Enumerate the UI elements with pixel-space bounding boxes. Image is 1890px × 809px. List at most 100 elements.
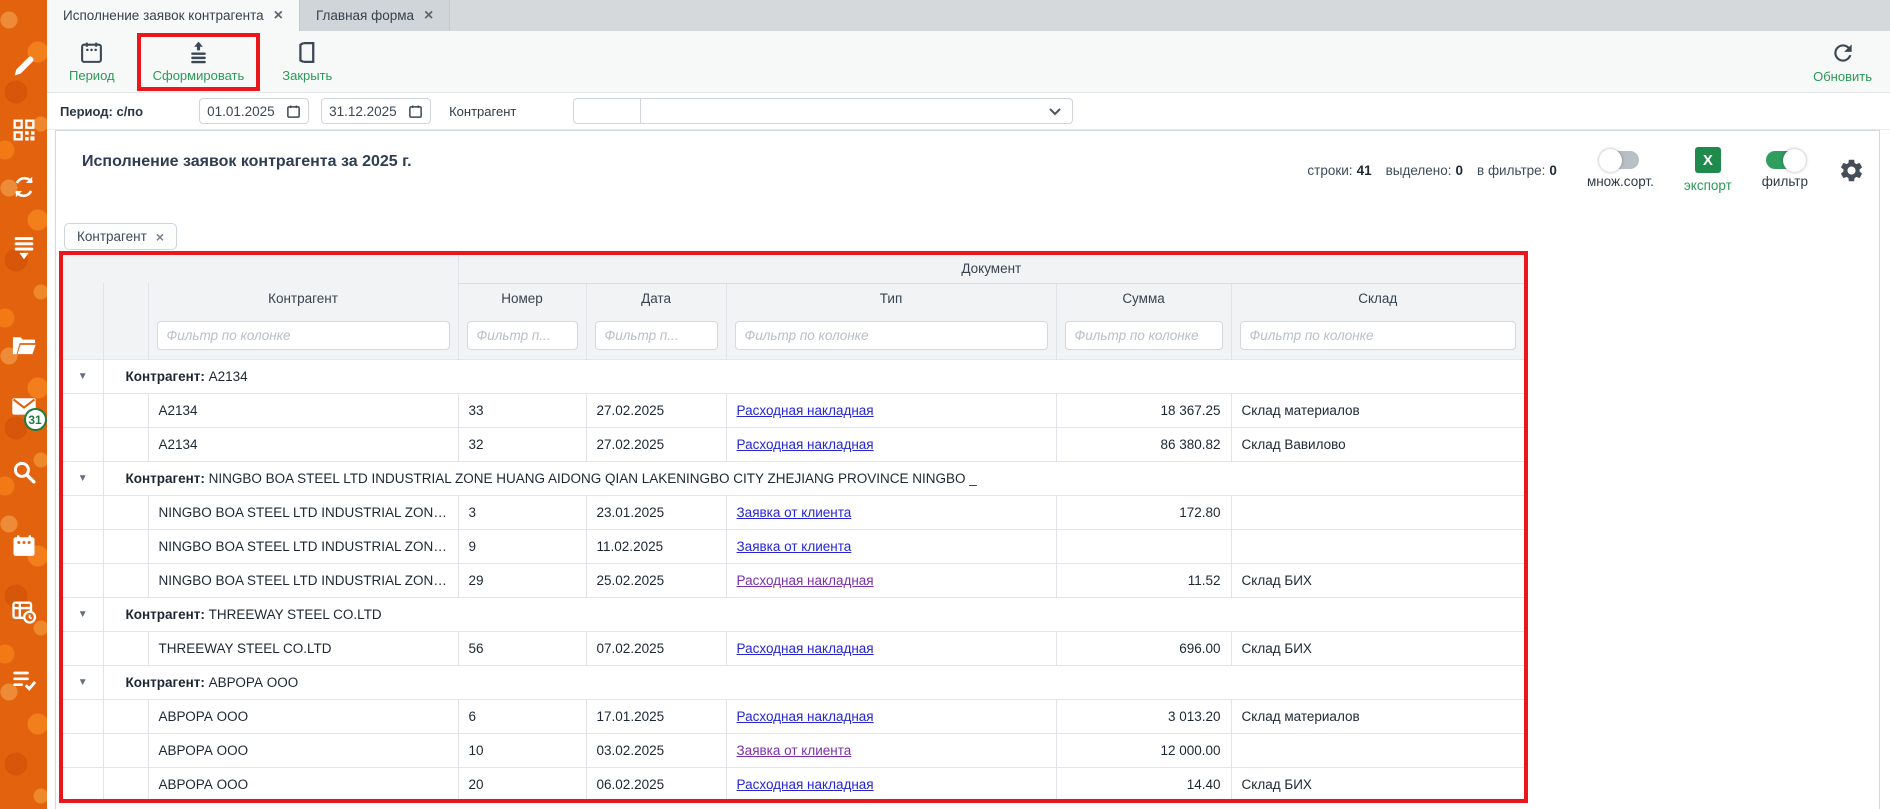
group-row[interactable]: ▼Контрагент: NINGBO BOA STEEL LTD INDUST… — [63, 461, 1524, 495]
filter-control[interactable]: фильтр — [1762, 151, 1808, 189]
table-row[interactable]: NINGBO BOA STEEL LTD INDUSTRIAL ZONE HUA… — [63, 495, 1524, 529]
counterparty-cell: АВРОРА ООО — [148, 733, 458, 767]
mail-icon[interactable]: 31 — [10, 393, 38, 421]
number-cell: 56 — [458, 631, 586, 665]
export-control[interactable]: X экспорт — [1684, 147, 1732, 193]
group-label: Контрагент: THREEWAY STEEL CO.LTD — [103, 597, 1524, 631]
tab-report[interactable]: Исполнение заявок контрагента × — [47, 0, 299, 31]
filter-input-date[interactable] — [595, 321, 718, 350]
grouping-chip[interactable]: Контрагент × — [64, 223, 177, 250]
multisort-label: множ.сорт. — [1587, 174, 1654, 189]
multisort-control[interactable]: множ.сорт. — [1587, 151, 1654, 189]
doc-type-link[interactable]: Расходная накладная — [737, 403, 874, 418]
search-icon[interactable] — [10, 458, 38, 486]
doc-type-cell: Расходная накладная — [726, 563, 1056, 597]
calendar-icon[interactable] — [10, 532, 38, 560]
filter-input-counterparty[interactable] — [157, 321, 450, 350]
counterparty-cell: A2134 — [148, 427, 458, 461]
close-button-label: Закрыть — [282, 68, 332, 83]
counterparty-code-input[interactable] — [573, 98, 641, 124]
doc-type-link[interactable]: Заявка от клиента — [737, 505, 852, 520]
generate-button[interactable]: Сформировать — [153, 40, 245, 83]
filter-toggle[interactable] — [1766, 151, 1804, 169]
door-icon — [295, 40, 320, 65]
counterparty-cell: АВРОРА ООО — [148, 767, 458, 801]
refresh-button[interactable]: Обновить — [1813, 40, 1872, 84]
table-row[interactable]: АВРОРА ООО2006.02.2025Расходная накладна… — [63, 767, 1524, 801]
doc-type-cell: Расходная накладная — [726, 699, 1056, 733]
calendar-icon[interactable] — [408, 104, 423, 119]
report-title: Исполнение заявок контрагента за 2025 г. — [82, 153, 412, 171]
date-to-input[interactable]: 31.12.2025 — [321, 98, 431, 124]
print-queue-icon[interactable] — [10, 233, 38, 261]
folder-icon[interactable] — [10, 332, 38, 360]
table-row[interactable]: A21343327.02.2025Расходная накладная18 3… — [63, 393, 1524, 427]
date-from-input[interactable]: 01.01.2025 — [199, 98, 309, 124]
filter-input-number[interactable] — [467, 321, 578, 350]
amount-cell: 3 013.20 — [1056, 699, 1231, 733]
table-row[interactable]: THREEWAY STEEL CO.LTD5607.02.2025Расходн… — [63, 631, 1524, 665]
doc-type-link[interactable]: Заявка от клиента — [737, 743, 852, 758]
grid-stats-bar: строки:41 выделено:0 в фильтре:0 множ.со… — [1307, 147, 1865, 193]
row-indent-cell — [103, 393, 148, 427]
table-row[interactable]: NINGBO BOA STEEL LTD INDUSTRIAL ZONE HUA… — [63, 529, 1524, 563]
group-row[interactable]: ▼Контрагент: АВРОРА ООО — [63, 665, 1524, 699]
sync-icon[interactable] — [10, 173, 38, 201]
filter-input-amount[interactable] — [1065, 321, 1223, 350]
doc-type-link[interactable]: Расходная накладная — [737, 437, 874, 452]
group-row[interactable]: ▼Контрагент: A2134 — [63, 359, 1524, 393]
counterparty-select[interactable] — [641, 98, 1073, 124]
table-row[interactable]: АВРОРА ООО1003.02.2025Заявка от клиента1… — [63, 733, 1524, 767]
amount-cell: 18 367.25 — [1056, 393, 1231, 427]
collapse-triangle-icon[interactable]: ▼ — [63, 597, 103, 631]
doc-type-link[interactable]: Расходная накладная — [737, 709, 874, 724]
refresh-icon — [1830, 40, 1856, 66]
collapse-triangle-icon[interactable]: ▼ — [63, 359, 103, 393]
doc-type-link[interactable]: Заявка от клиента — [737, 539, 852, 554]
filter-input-type[interactable] — [735, 321, 1048, 350]
gear-icon[interactable] — [1838, 157, 1865, 184]
collapse-triangle-icon[interactable]: ▼ — [63, 665, 103, 699]
amount-cell — [1056, 529, 1231, 563]
selected-count: выделено:0 — [1386, 163, 1463, 178]
group-row[interactable]: ▼Контрагент: THREEWAY STEEL CO.LTD — [63, 597, 1524, 631]
report-clock-icon[interactable] — [10, 598, 38, 626]
doc-type-cell: Расходная накладная — [726, 631, 1056, 665]
col-header-number[interactable]: Номер — [458, 283, 586, 313]
filter-input-warehouse[interactable] — [1240, 321, 1517, 350]
col-header-warehouse[interactable]: Склад — [1231, 283, 1524, 313]
counterparty-filter-label: Контрагент — [449, 104, 516, 119]
qr-code-icon[interactable] — [10, 116, 38, 144]
chip-close-icon[interactable]: × — [156, 229, 164, 245]
excel-export-icon[interactable]: X — [1695, 147, 1721, 173]
col-header-counterparty[interactable]: Контрагент — [148, 283, 458, 313]
tab-close-icon[interactable]: × — [274, 8, 283, 24]
period-button-label: Период — [69, 68, 115, 83]
warehouse-cell: Склад материалов — [1231, 393, 1524, 427]
close-button[interactable]: Закрыть — [282, 40, 332, 83]
period-button[interactable]: Период — [69, 40, 115, 83]
doc-type-link[interactable]: Расходная накладная — [737, 573, 874, 588]
task-list-icon[interactable] — [10, 666, 38, 694]
table-row[interactable]: NINGBO BOA STEEL LTD INDUSTRIAL ZONE HUA… — [63, 563, 1524, 597]
doc-type-link[interactable]: Расходная накладная — [737, 777, 874, 792]
col-header-date[interactable]: Дата — [586, 283, 726, 313]
col-header-amount[interactable]: Сумма — [1056, 283, 1231, 313]
pencil-icon[interactable] — [10, 52, 38, 80]
calendar-icon[interactable] — [286, 104, 301, 119]
tab-main-form[interactable]: Главная форма × — [299, 0, 450, 31]
table-row[interactable]: АВРОРА ООО617.01.2025Расходная накладная… — [63, 699, 1524, 733]
doc-type-link[interactable]: Расходная накладная — [737, 641, 874, 656]
date-cell: 07.02.2025 — [586, 631, 726, 665]
warehouse-cell: Склад БИХ — [1231, 767, 1524, 801]
row-indent-cell — [103, 427, 148, 461]
period-range-label: Период: с/по — [60, 104, 143, 119]
collapse-triangle-icon[interactable]: ▼ — [63, 461, 103, 495]
multisort-toggle[interactable] — [1601, 151, 1639, 169]
date-from-value: 01.01.2025 — [207, 104, 275, 119]
table-row[interactable]: A21343227.02.2025Расходная накладная86 3… — [63, 427, 1524, 461]
col-header-type[interactable]: Тип — [726, 283, 1056, 313]
tab-close-icon[interactable]: × — [424, 8, 433, 24]
grouping-chip-label: Контрагент — [77, 229, 147, 244]
warehouse-cell: Склад БИХ — [1231, 563, 1524, 597]
